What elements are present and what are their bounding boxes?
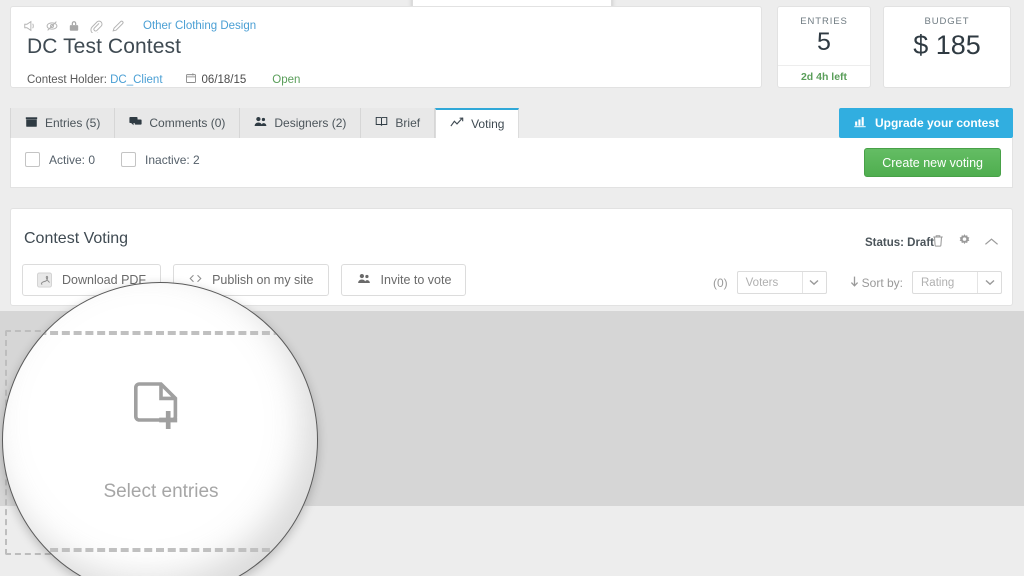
active-checkbox[interactable] bbox=[25, 152, 40, 167]
create-new-voting-button[interactable]: Create new voting bbox=[864, 148, 1001, 177]
tab-voting[interactable]: Voting bbox=[435, 108, 520, 138]
sort-by-label-group: Sort by: bbox=[850, 276, 903, 290]
sort-by-label: Sort by: bbox=[861, 275, 903, 290]
filter-inactive[interactable]: Inactive: 2 bbox=[121, 152, 200, 167]
tab-designers[interactable]: Designers (2) bbox=[240, 108, 362, 138]
magnified-select-entries-label: Select entries bbox=[103, 480, 219, 502]
contest-voting-page: Other Clothing Design DC Test Contest Co… bbox=[0, 0, 1024, 576]
users-icon bbox=[356, 272, 372, 288]
tab-brief-label: Brief bbox=[395, 116, 421, 130]
filter-active-label: Active: 0 bbox=[49, 152, 96, 167]
comment-icon bbox=[129, 115, 142, 131]
upgrade-contest-label: Upgrade your contest bbox=[874, 116, 999, 130]
invite-to-vote-label: Invite to vote bbox=[380, 273, 452, 287]
book-icon bbox=[375, 115, 388, 131]
status-badge: Open bbox=[272, 73, 301, 86]
voters-select[interactable]: Voters bbox=[736, 271, 827, 294]
filter-active[interactable]: Active: 0 bbox=[25, 152, 95, 167]
lock-icon[interactable] bbox=[67, 19, 81, 33]
contest-attribute-icons: Other Clothing Design bbox=[23, 19, 256, 33]
voters-select-value: Voters bbox=[745, 276, 779, 289]
voting-panel-title: Contest Voting bbox=[24, 230, 129, 247]
chevron-down-icon bbox=[801, 272, 826, 293]
tab-brief[interactable]: Brief bbox=[361, 108, 436, 138]
tab-entries-label: Entries (5) bbox=[45, 116, 101, 130]
entries-stat-value: 5 bbox=[817, 28, 831, 56]
file-plus-icon bbox=[134, 380, 188, 447]
tab-entries[interactable]: Entries (5) bbox=[10, 108, 116, 138]
chevron-up-icon[interactable] bbox=[984, 234, 999, 252]
contest-category-link[interactable]: Other Clothing Design bbox=[143, 19, 256, 33]
gear-icon[interactable] bbox=[957, 233, 972, 253]
chart-line-icon bbox=[450, 116, 464, 133]
tab-voting-label: Voting bbox=[471, 117, 505, 131]
tab-comments[interactable]: Comments (0) bbox=[115, 108, 241, 138]
calendar-icon bbox=[185, 72, 197, 87]
sort-select[interactable]: Rating bbox=[912, 271, 1002, 294]
eye-slash-icon[interactable] bbox=[45, 19, 59, 33]
filter-inactive-label: Inactive: 2 bbox=[145, 152, 200, 167]
voting-status: Status: Draft bbox=[864, 237, 934, 249]
invite-to-vote-button[interactable]: Invite to vote bbox=[340, 264, 467, 296]
tab-comments-label: Comments (0) bbox=[149, 116, 226, 130]
voting-filter-bar: Active: 0 Inactive: 2 Create new voting bbox=[10, 138, 1013, 188]
voting-sort-controls: (0) Voters Sort by: Rating bbox=[713, 271, 1002, 294]
chevron-down-icon bbox=[977, 272, 1001, 293]
magnifier-lens: Select entries bbox=[2, 282, 318, 576]
megaphone-icon[interactable] bbox=[23, 19, 37, 33]
trash-icon[interactable] bbox=[931, 233, 945, 253]
upgrade-contest-button[interactable]: Upgrade your contest bbox=[838, 108, 1013, 138]
contest-holder-label: Contest Holder: bbox=[27, 73, 107, 86]
budget-stat-box: BUDGET $ 185 bbox=[883, 6, 1011, 88]
inactive-checkbox[interactable] bbox=[121, 152, 137, 167]
tab-bar: Entries (5) Comments (0) Designers (2) B… bbox=[10, 108, 1013, 138]
entries-stat-box: ENTRIES 5 2d 4h left bbox=[777, 6, 871, 88]
sort-arrow-down-icon bbox=[850, 276, 859, 290]
contest-holder-link[interactable]: DC_Client bbox=[110, 74, 162, 86]
page-title: DC Test Contest bbox=[27, 35, 182, 58]
voters-count: (0) bbox=[712, 275, 728, 290]
contest-date: 06/18/15 bbox=[201, 73, 247, 86]
budget-stat-label: BUDGET bbox=[924, 16, 970, 27]
contest-meta: Contest Holder: DC_Client 06/18/15 Open bbox=[27, 72, 300, 87]
contest-header-card: Other Clothing Design DC Test Contest Co… bbox=[10, 6, 762, 88]
entries-time-left: 2d 4h left bbox=[778, 65, 870, 87]
box-icon bbox=[25, 115, 38, 131]
entries-stat-label: ENTRIES bbox=[800, 16, 848, 27]
budget-stat-value: $ 185 bbox=[913, 30, 981, 60]
tab-designers-label: Designers (2) bbox=[274, 116, 347, 130]
sort-select-value: Rating bbox=[921, 276, 955, 289]
pencil-icon[interactable] bbox=[111, 19, 125, 33]
users-icon bbox=[254, 115, 267, 131]
paperclip-icon[interactable] bbox=[89, 19, 103, 33]
growth-chart-icon bbox=[853, 115, 867, 131]
